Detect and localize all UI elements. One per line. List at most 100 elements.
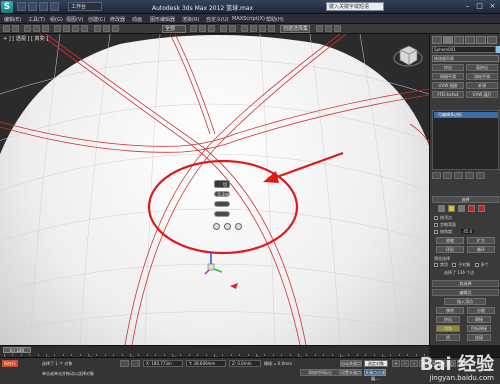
perspective-viewport[interactable]: + ] [ 透视 ] [ 真实 ] 切 0.3mm — [0, 34, 429, 345]
preview-off-radio[interactable] — [434, 263, 438, 267]
tab-modify[interactable] — [443, 36, 453, 44]
time-slider[interactable]: 0 / 100 — [3, 347, 31, 353]
tab-utilities[interactable] — [487, 36, 497, 44]
tab-create[interactable] — [432, 36, 442, 44]
key-filters-button[interactable]: 关键点过滤器... — [364, 369, 386, 381]
absolute-mode-button[interactable] — [131, 360, 140, 367]
schematic-view-icon[interactable] — [259, 25, 266, 32]
redo-icon[interactable] — [12, 25, 19, 32]
by-vertex-checkbox[interactable] — [434, 216, 438, 220]
menu-item[interactable]: 图形编辑器 — [150, 16, 175, 23]
modifier-button[interactable]: UVW 贴图 — [432, 82, 464, 89]
modifier-button[interactable]: FFD 4x4x4 — [432, 91, 464, 98]
chamfer-button[interactable]: 切角 — [436, 325, 460, 332]
move-icon[interactable] — [94, 25, 101, 32]
modifier-button[interactable]: 挤出 — [432, 64, 464, 71]
render-icon[interactable] — [334, 25, 341, 32]
modifier-button[interactable]: 网格平滑 — [432, 73, 464, 80]
weld-button[interactable]: 焊接 — [467, 316, 491, 323]
modifier-stack[interactable]: 可编辑多边形 — [432, 110, 499, 170]
link-icon[interactable] — [24, 25, 31, 32]
z-coordinate-field[interactable]: Z: 0.0mm — [229, 360, 261, 367]
y-coordinate-field[interactable]: Y: 38.600mm — [186, 360, 226, 367]
preview-subobject-radio[interactable] — [452, 263, 457, 267]
ignore-backfacing-option[interactable]: 忽略背面 — [434, 222, 456, 228]
split-button[interactable]: 分割 — [467, 307, 495, 314]
set-key-button[interactable]: 设置关键点 — [340, 369, 362, 376]
show-end-result-icon[interactable] — [443, 172, 452, 179]
rect-region-icon[interactable] — [72, 25, 79, 32]
menu-item[interactable]: 自定义(U) — [206, 16, 229, 23]
stack-item-editable-poly[interactable]: 可编辑多边形 — [434, 112, 498, 118]
remove-button[interactable]: 移除 — [436, 307, 464, 314]
named-selection-select[interactable]: 创建选择集 — [280, 25, 310, 33]
menu-item[interactable]: 创建(C) — [88, 16, 105, 23]
loop-button[interactable]: 循环 — [467, 246, 495, 253]
make-unique-icon[interactable] — [454, 172, 463, 179]
menu-item[interactable]: 视图(V) — [66, 16, 83, 23]
caddy-apply-button[interactable] — [224, 223, 231, 230]
open-file-button[interactable] — [28, 2, 37, 11]
search-input[interactable]: 键入关键字或短语 — [326, 2, 384, 11]
new-file-button[interactable] — [17, 2, 26, 11]
caddy-cancel-button[interactable] — [235, 223, 242, 230]
vertex-subobject-button[interactable] — [438, 205, 445, 212]
menu-item[interactable]: MAXScript(X) — [232, 16, 265, 22]
tab-display[interactable] — [476, 36, 486, 44]
auto-key-button[interactable]: 自动关键点 — [340, 360, 362, 367]
tab-hierarchy[interactable] — [454, 36, 464, 44]
unlink-icon[interactable] — [33, 25, 40, 32]
previous-frame-icon[interactable]: ‹ — [401, 360, 409, 367]
timeline[interactable]: 0 / 100 0102030405060708090100 — [0, 345, 430, 359]
insert-vertex-button[interactable]: 插入顶点 — [444, 298, 486, 305]
select-icon[interactable] — [54, 25, 61, 32]
caddy-ok-button[interactable] — [213, 223, 220, 230]
curve-editor-icon[interactable] — [250, 25, 257, 32]
bridge-button[interactable]: 桥 — [436, 334, 460, 341]
maximize-button[interactable]: □ — [474, 1, 485, 11]
configure-sets-icon[interactable] — [476, 172, 485, 179]
chamfer-amount-field[interactable]: 0.3mm — [214, 191, 232, 197]
basketball-sphere[interactable] — [0, 34, 429, 345]
extrude-button[interactable]: 挤出 — [436, 316, 460, 323]
align-icon[interactable] — [229, 25, 236, 32]
undo-button[interactable] — [50, 2, 59, 11]
target-weld-button[interactable]: 目标焊接 — [467, 325, 491, 332]
x-coordinate-field[interactable]: X: 180.773m — [143, 360, 183, 367]
tab-motion[interactable] — [465, 36, 475, 44]
lock-selection-button[interactable] — [120, 360, 129, 367]
object-color-swatch[interactable] — [496, 46, 500, 53]
caddy-title-bar[interactable]: 切角 — [214, 180, 230, 193]
snap-toggle-icon[interactable] — [190, 25, 197, 32]
by-angle-option[interactable]: 按角度: 45.0 — [434, 229, 475, 235]
modifier-button[interactable]: 面挤出 — [466, 64, 498, 71]
ring-button[interactable]: 环形 — [436, 246, 464, 253]
by-angle-checkbox[interactable] — [434, 230, 438, 234]
menu-item[interactable]: 动画 — [132, 16, 142, 23]
pin-stack-icon[interactable] — [432, 172, 441, 179]
modifier-button[interactable]: UVW 展开 — [466, 91, 498, 98]
mirror-icon[interactable] — [220, 25, 227, 32]
modifier-button[interactable]: 涡轮平滑 — [466, 73, 498, 80]
render-frame-icon[interactable] — [325, 25, 332, 32]
modifier-button[interactable]: 补洞 — [466, 82, 498, 89]
play-icon[interactable]: › — [410, 360, 418, 367]
ignore-backfacing-checkbox[interactable] — [434, 223, 438, 227]
viewport-label[interactable]: + ] [ 透视 ] [ 真实 ] — [3, 35, 48, 42]
selected-object-dropdown[interactable]: 选定对象 — [364, 360, 388, 367]
menu-item[interactable]: 修改器 — [110, 16, 125, 23]
chamfer-option-field[interactable] — [214, 211, 230, 217]
element-subobject-button[interactable] — [478, 205, 485, 212]
polygon-subobject-button[interactable] — [468, 205, 475, 212]
save-file-button[interactable] — [39, 2, 48, 11]
menu-item[interactable]: 渲染(R) — [182, 16, 199, 23]
chamfer-segments-field[interactable] — [214, 201, 230, 207]
view-cube[interactable] — [393, 45, 423, 67]
remove-modifier-icon[interactable] — [465, 172, 474, 179]
workspace-select[interactable]: 工作台 — [68, 2, 102, 11]
menu-item[interactable]: 编辑(E) — [4, 16, 21, 23]
object-name-input[interactable]: Sphere001 — [432, 46, 496, 53]
by-vertex-option[interactable]: 按顶点 — [434, 215, 452, 221]
rollout-edit-edges[interactable]: 编辑边 — [432, 289, 499, 296]
menu-item[interactable]: 工具(T) — [28, 16, 45, 23]
